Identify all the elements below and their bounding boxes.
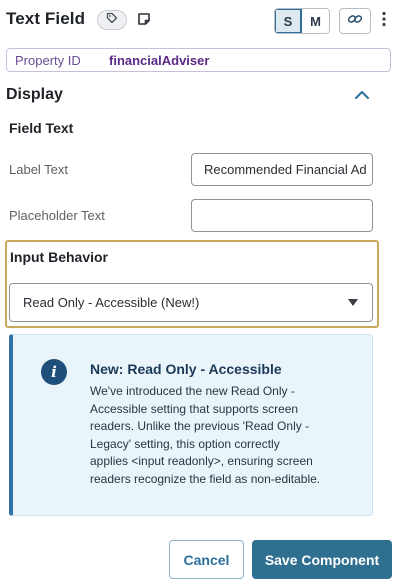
field-text-heading: Field Text xyxy=(9,120,74,136)
input-behavior-heading: Input Behavior xyxy=(10,249,109,265)
label-text-label: Label Text xyxy=(9,162,69,177)
link-icon xyxy=(347,12,363,30)
size-small-button[interactable]: S xyxy=(275,9,303,33)
link-button[interactable] xyxy=(339,8,371,34)
label-text-input[interactable]: Recommended Financial Ad xyxy=(191,153,373,186)
info-line: We've introduced the new Read Only - xyxy=(90,384,295,398)
more-vertical-icon xyxy=(382,11,386,32)
collapse-display-button[interactable] xyxy=(352,88,372,104)
info-title: New: Read Only - Accessible xyxy=(90,361,282,377)
caret-down-icon xyxy=(348,299,358,306)
info-icon: i xyxy=(41,359,67,385)
display-section-title: Display xyxy=(6,86,63,103)
component-title: Text Field xyxy=(6,9,86,28)
property-id-label: Property ID xyxy=(15,52,81,68)
placeholder-text-input[interactable] xyxy=(191,199,373,232)
save-component-button[interactable]: Save Component xyxy=(252,540,392,579)
input-behavior-select[interactable]: Read Only - Accessible (New!) xyxy=(9,283,373,322)
info-line: readers. Unlike the previous 'Read Only … xyxy=(90,419,310,433)
property-id-value: financialAdviser xyxy=(109,52,210,68)
chevron-up-icon xyxy=(354,87,370,105)
tag-icon xyxy=(106,11,118,29)
cancel-button[interactable]: Cancel xyxy=(169,540,244,579)
size-medium-button[interactable]: M xyxy=(302,9,329,33)
info-line: applies <input readonly>, ensuring scree… xyxy=(90,454,313,468)
info-line: Accessible setting that supports screen xyxy=(90,401,299,416)
info-body: We've introduced the new Read Only - Acc… xyxy=(90,383,352,488)
panel-header: Text Field S M xyxy=(0,0,393,40)
input-behavior-selected-value: Read Only - Accessible (New!) xyxy=(23,295,200,310)
size-toggle: S M xyxy=(274,8,330,34)
property-id-field[interactable]: Property ID financialAdviser xyxy=(6,48,391,72)
info-line: Legacy' setting, this option correctly xyxy=(90,436,280,451)
tag-button[interactable] xyxy=(97,10,127,30)
placeholder-text-label: Placeholder Text xyxy=(9,208,105,223)
info-line: readers recognize the field as non-edita… xyxy=(90,471,321,486)
note-icon[interactable] xyxy=(136,11,152,27)
more-options-button[interactable] xyxy=(378,10,390,32)
